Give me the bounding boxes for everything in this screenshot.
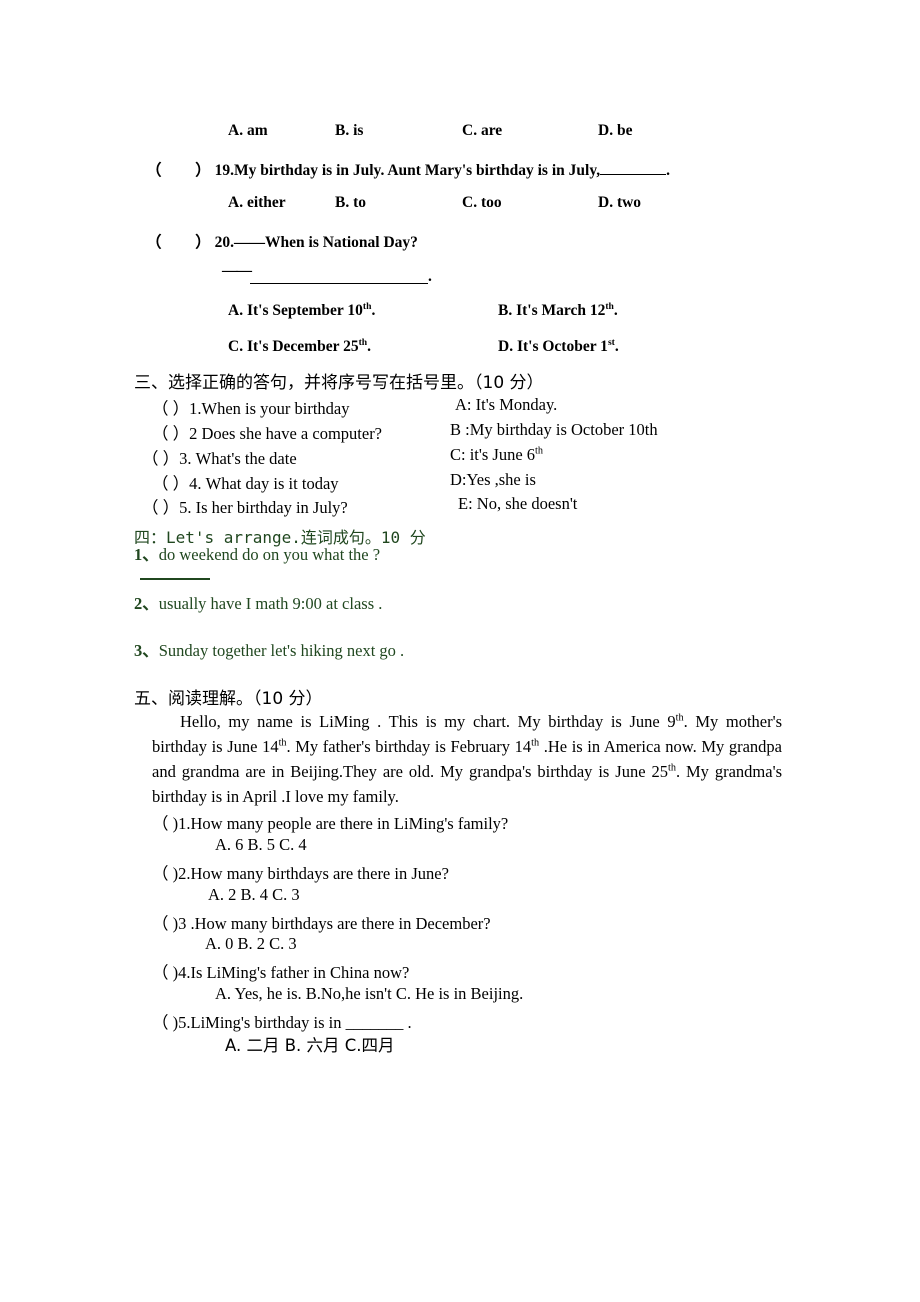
option-c: C. too [462, 194, 502, 211]
passage-sup: th [278, 737, 287, 749]
option-d: D. be [598, 122, 633, 139]
match-item-answer: E: No, she doesn't [458, 494, 578, 513]
answer-bracket-open: （ [146, 234, 162, 251]
question-20-prompt: 20.——When is National Day? [214, 234, 418, 251]
question-20: （ ） 20.——When is National Day? [146, 230, 418, 252]
match-item-prompt: （ ）1.When is your birthday [152, 399, 350, 418]
passage-sup: th [531, 737, 540, 749]
reading-question-4: （ )4.Is LiMing's father in China now? [152, 963, 410, 982]
question-19-text: 19.My birthday is in July. Aunt Mary's b… [214, 162, 601, 179]
passage-sup: th [675, 712, 684, 724]
section-five-heading: 五、阅读理解。（10 分） [134, 689, 323, 709]
arrange-item-number: 3、 [134, 641, 159, 660]
option-b-tail: . [613, 302, 618, 319]
reading-question-3: （ )3 .How many birthdays are there in De… [152, 914, 491, 933]
option-b-text: B. It's March 12 [498, 302, 606, 319]
option-b: B. is [335, 122, 364, 139]
section-three-heading: 三、选择正确的答句，并将序号写在括号里。（10 分） [134, 373, 544, 393]
option-b: B. to [335, 194, 366, 211]
answer-bracket-close: ） [195, 162, 211, 179]
match-answer-sup: th [535, 445, 543, 457]
answer-bracket-close: ） [195, 234, 211, 251]
match-item-answer: D:Yes ,she is [450, 470, 536, 489]
question-20-answer-dash: —— [222, 262, 252, 279]
arrange-item-words: Sunday together let's hiking next go . [158, 641, 405, 660]
passage-text: . My father's birthday is February 14 [286, 737, 532, 756]
option-d-sup: st [607, 336, 615, 348]
arrange-item-words: do weekend do on you what the ? [158, 545, 381, 564]
reading-question-1: （ )1.How many people are there in LiMing… [152, 814, 509, 833]
arrange-item-2: 2、usually have I math 9:00 at class . [134, 590, 382, 614]
option-a-tail: . [371, 302, 376, 319]
passage-sup: th [667, 762, 676, 774]
arrange-item-words: usually have I math 9:00 at class . [158, 594, 383, 613]
option-c-tail: . [367, 338, 371, 355]
reading-question-5: （ )5.LiMing's birthday is in _______ . [152, 1013, 412, 1032]
option-d-tail: . [614, 338, 619, 355]
reading-answers-5: A. 二月 B. 六月 C.四月 [225, 1036, 395, 1055]
answer-bracket-open: （ [146, 162, 162, 179]
match-item-answer: B :My birthday is October 10th [450, 420, 658, 439]
arrange-item-3: 3、Sunday together let's hiking next go . [134, 637, 404, 661]
match-item-prompt: （ ）2 Does she have a computer? [152, 424, 383, 443]
option-a-text: A. It's September 10 [228, 302, 363, 319]
reading-question-2: （ )2.How many birthdays are there in Jun… [152, 864, 449, 883]
worksheet-page: A. am B. is C. are D. be （ ） 19.My birth… [0, 0, 920, 1302]
match-item-answer: C: it's June 6th [450, 445, 543, 465]
reading-answers-1: A. 6 B. 5 C. 4 [215, 835, 307, 854]
option-d-text: D. It's October 1 [498, 338, 608, 355]
match-item-answer: A: It's Monday. [455, 395, 558, 414]
question-20-option-b: B. It's March 12th. [498, 302, 618, 320]
question-19-blank [600, 161, 667, 175]
reading-answers-4: A. Yes, he is. B.No,he isn't C. He is in… [215, 984, 524, 1003]
arrange-item-1: 1、do weekend do on you what the ? [134, 541, 380, 565]
option-c: C. are [462, 122, 503, 139]
match-item-prompt: （ ）3. What's the date [142, 449, 297, 468]
option-c-text: C. It's December 25 [228, 338, 359, 355]
match-answer-text: C: it's June 6 [450, 445, 536, 464]
match-item-prompt: （ ）4. What day is it today [152, 474, 339, 493]
option-c-sup: th [358, 336, 368, 348]
option-d: D. two [598, 194, 642, 211]
arrange-answer-blank [140, 578, 210, 580]
option-a: A. am [228, 122, 268, 139]
option-b-sup: th [605, 300, 614, 312]
question-19-period: . [666, 162, 670, 179]
question-19: （ ） 19.My birthday is in July. Aunt Mary… [146, 158, 670, 180]
question-20-answer-blank [250, 283, 428, 284]
question-20-option-d: D. It's October 1st. [498, 338, 619, 356]
match-item-prompt: （ ）5. Is her birthday in July? [142, 498, 348, 517]
reading-answers-3: A. 0 B. 2 C. 3 [205, 934, 297, 953]
question-20-option-a: A. It's September 10th. [228, 302, 375, 320]
arrange-item-number: 2、 [134, 594, 159, 613]
passage-text: Hello, my name is LiMing . This is my ch… [180, 712, 676, 731]
question-20-option-c: C. It's December 25th. [228, 338, 371, 356]
reading-passage: Hello, my name is LiMing . This is my ch… [152, 709, 782, 809]
question-20-answer-period: . [428, 268, 432, 285]
option-a: A. either [228, 194, 286, 211]
arrange-item-number: 1、 [134, 545, 159, 564]
reading-answers-2: A. 2 B. 4 C. 3 [208, 885, 300, 904]
